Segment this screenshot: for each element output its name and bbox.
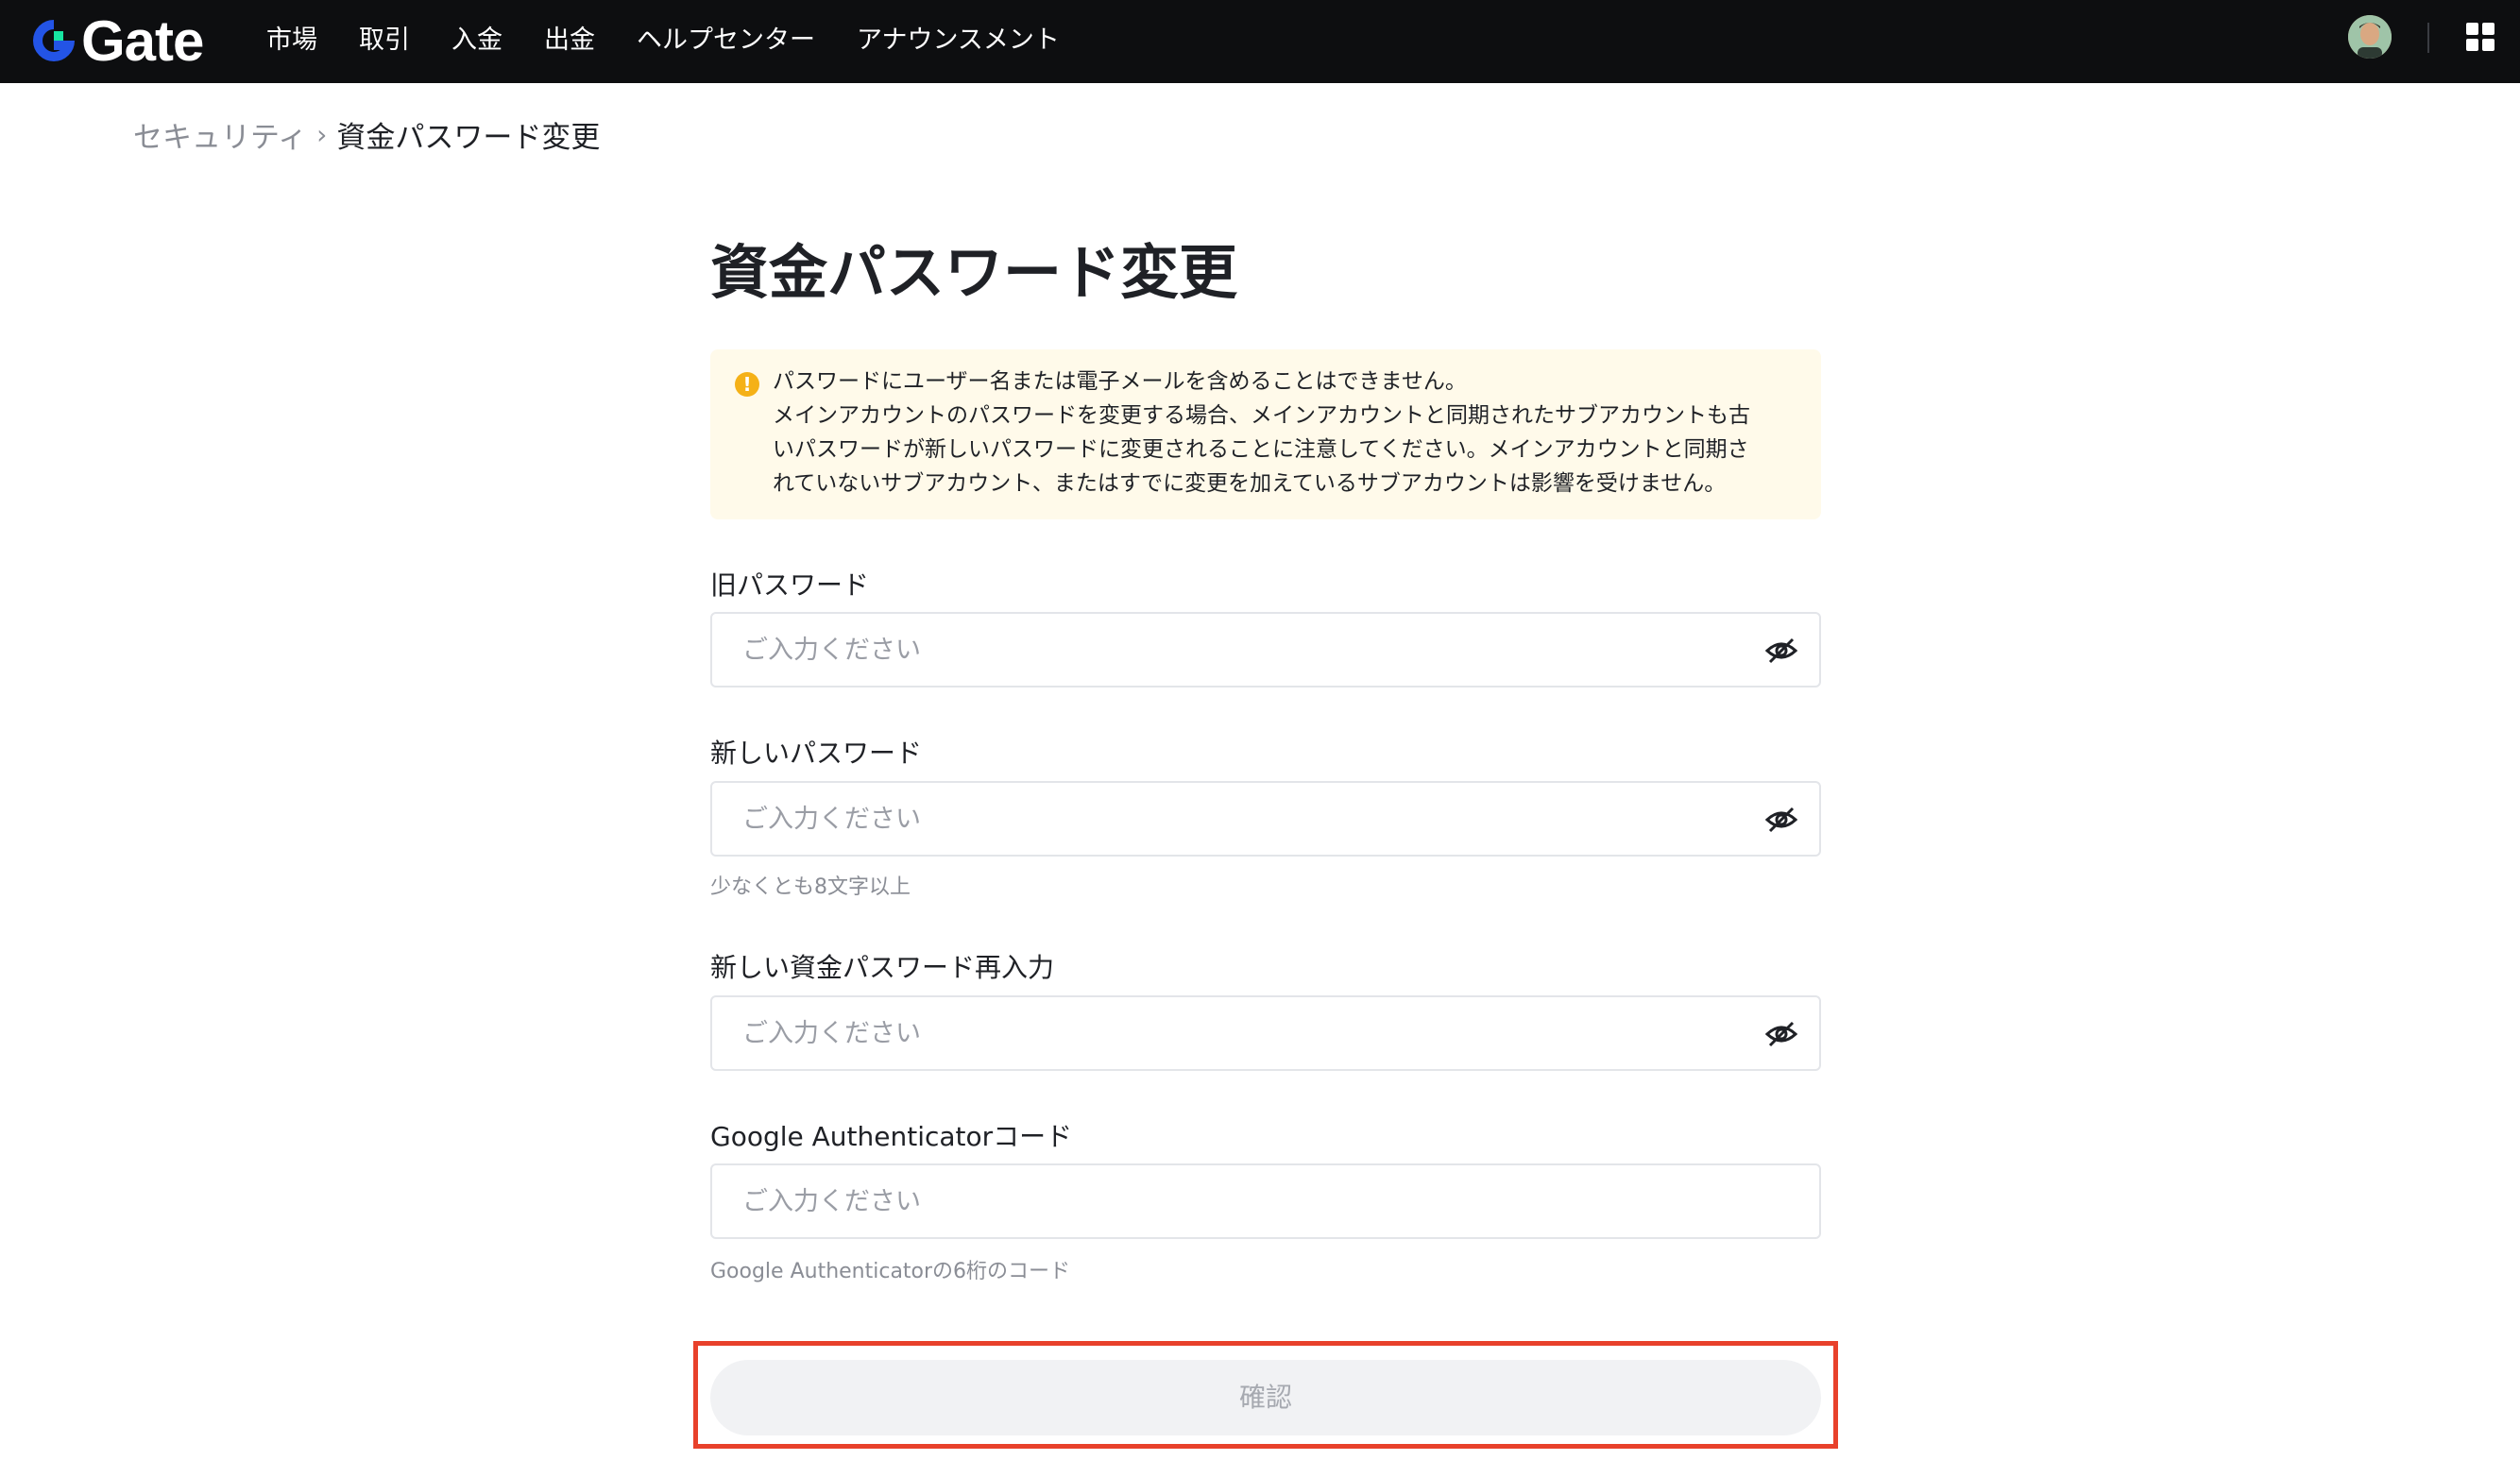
page-title: 資金パスワード変更: [710, 238, 1238, 307]
chevron-right-icon: ›: [316, 118, 328, 150]
grid-apps-icon[interactable]: [2466, 23, 2494, 51]
warning-notice: ! パスワードにユーザー名または電子メールを含めることはできません。 メインアカ…: [710, 349, 1821, 519]
nav-announcements[interactable]: アナウンスメント: [857, 19, 1060, 56]
google-auth-field: [710, 1163, 1821, 1239]
main-nav: 市場 取引 入金 出金 ヘルプセンター アナウンスメント: [266, 0, 1101, 74]
avatar-face-icon: [2348, 15, 2392, 59]
warning-icon: !: [735, 372, 759, 397]
nav-help-center[interactable]: ヘルプセンター: [637, 19, 815, 56]
notice-line: れていないサブアカウント、またはすでに変更を加えているサブアカウントは影響を受け…: [773, 471, 1727, 496]
gate-logo[interactable]: Gate: [28, 8, 204, 73]
new-password-label: 新しいパスワード: [710, 738, 923, 769]
old-password-label: 旧パスワード: [710, 569, 870, 601]
nav-withdraw[interactable]: 出金: [544, 19, 595, 56]
nav-deposit[interactable]: 入金: [451, 19, 502, 56]
notice-line: メインアカウントのパスワードを変更する場合、メインアカウントと同期されたサブアカ…: [773, 403, 1750, 428]
user-avatar[interactable]: [2348, 15, 2392, 59]
breadcrumb: セキュリティ › 資金パスワード変更: [133, 113, 600, 155]
new-password-hint: 少なくとも8文字以上: [710, 875, 911, 899]
google-auth-input[interactable]: [742, 1165, 1725, 1237]
confirm-button[interactable]: 確認: [710, 1360, 1821, 1435]
eye-hidden-icon[interactable]: [1764, 806, 1798, 834]
breadcrumb-security[interactable]: セキュリティ: [133, 113, 307, 156]
confirm-password-label: 新しい資金パスワード再入力: [710, 952, 1055, 983]
google-auth-label: Google Authenticatorコード: [710, 1121, 1073, 1152]
breadcrumb-current: 資金パスワード変更: [336, 120, 601, 155]
top-navbar: Gate 市場 取引 入金 出金 ヘルプセンター アナウンスメント: [0, 0, 2520, 83]
notice-line: パスワードにユーザー名または電子メールを含めることはできません。: [773, 369, 1467, 394]
nav-divider: [2427, 23, 2429, 53]
logo-text: Gate: [81, 8, 204, 73]
old-password-field: [710, 612, 1821, 688]
confirm-password-input[interactable]: [742, 997, 1725, 1069]
old-password-input[interactable]: [742, 614, 1725, 686]
confirm-password-field: [710, 995, 1821, 1071]
nav-trade[interactable]: 取引: [359, 19, 410, 56]
eye-hidden-icon[interactable]: [1764, 1020, 1798, 1048]
gate-logo-icon: [33, 20, 75, 61]
new-password-input[interactable]: [742, 783, 1725, 855]
new-password-field: [710, 781, 1821, 857]
google-auth-hint: Google Authenticatorの6桁のコード: [710, 1260, 1071, 1283]
eye-hidden-icon[interactable]: [1764, 637, 1798, 665]
notice-line: いパスワードが新しいパスワードに変更されることに注意してください。メインアカウン…: [773, 437, 1749, 462]
nav-markets[interactable]: 市場: [266, 19, 317, 56]
